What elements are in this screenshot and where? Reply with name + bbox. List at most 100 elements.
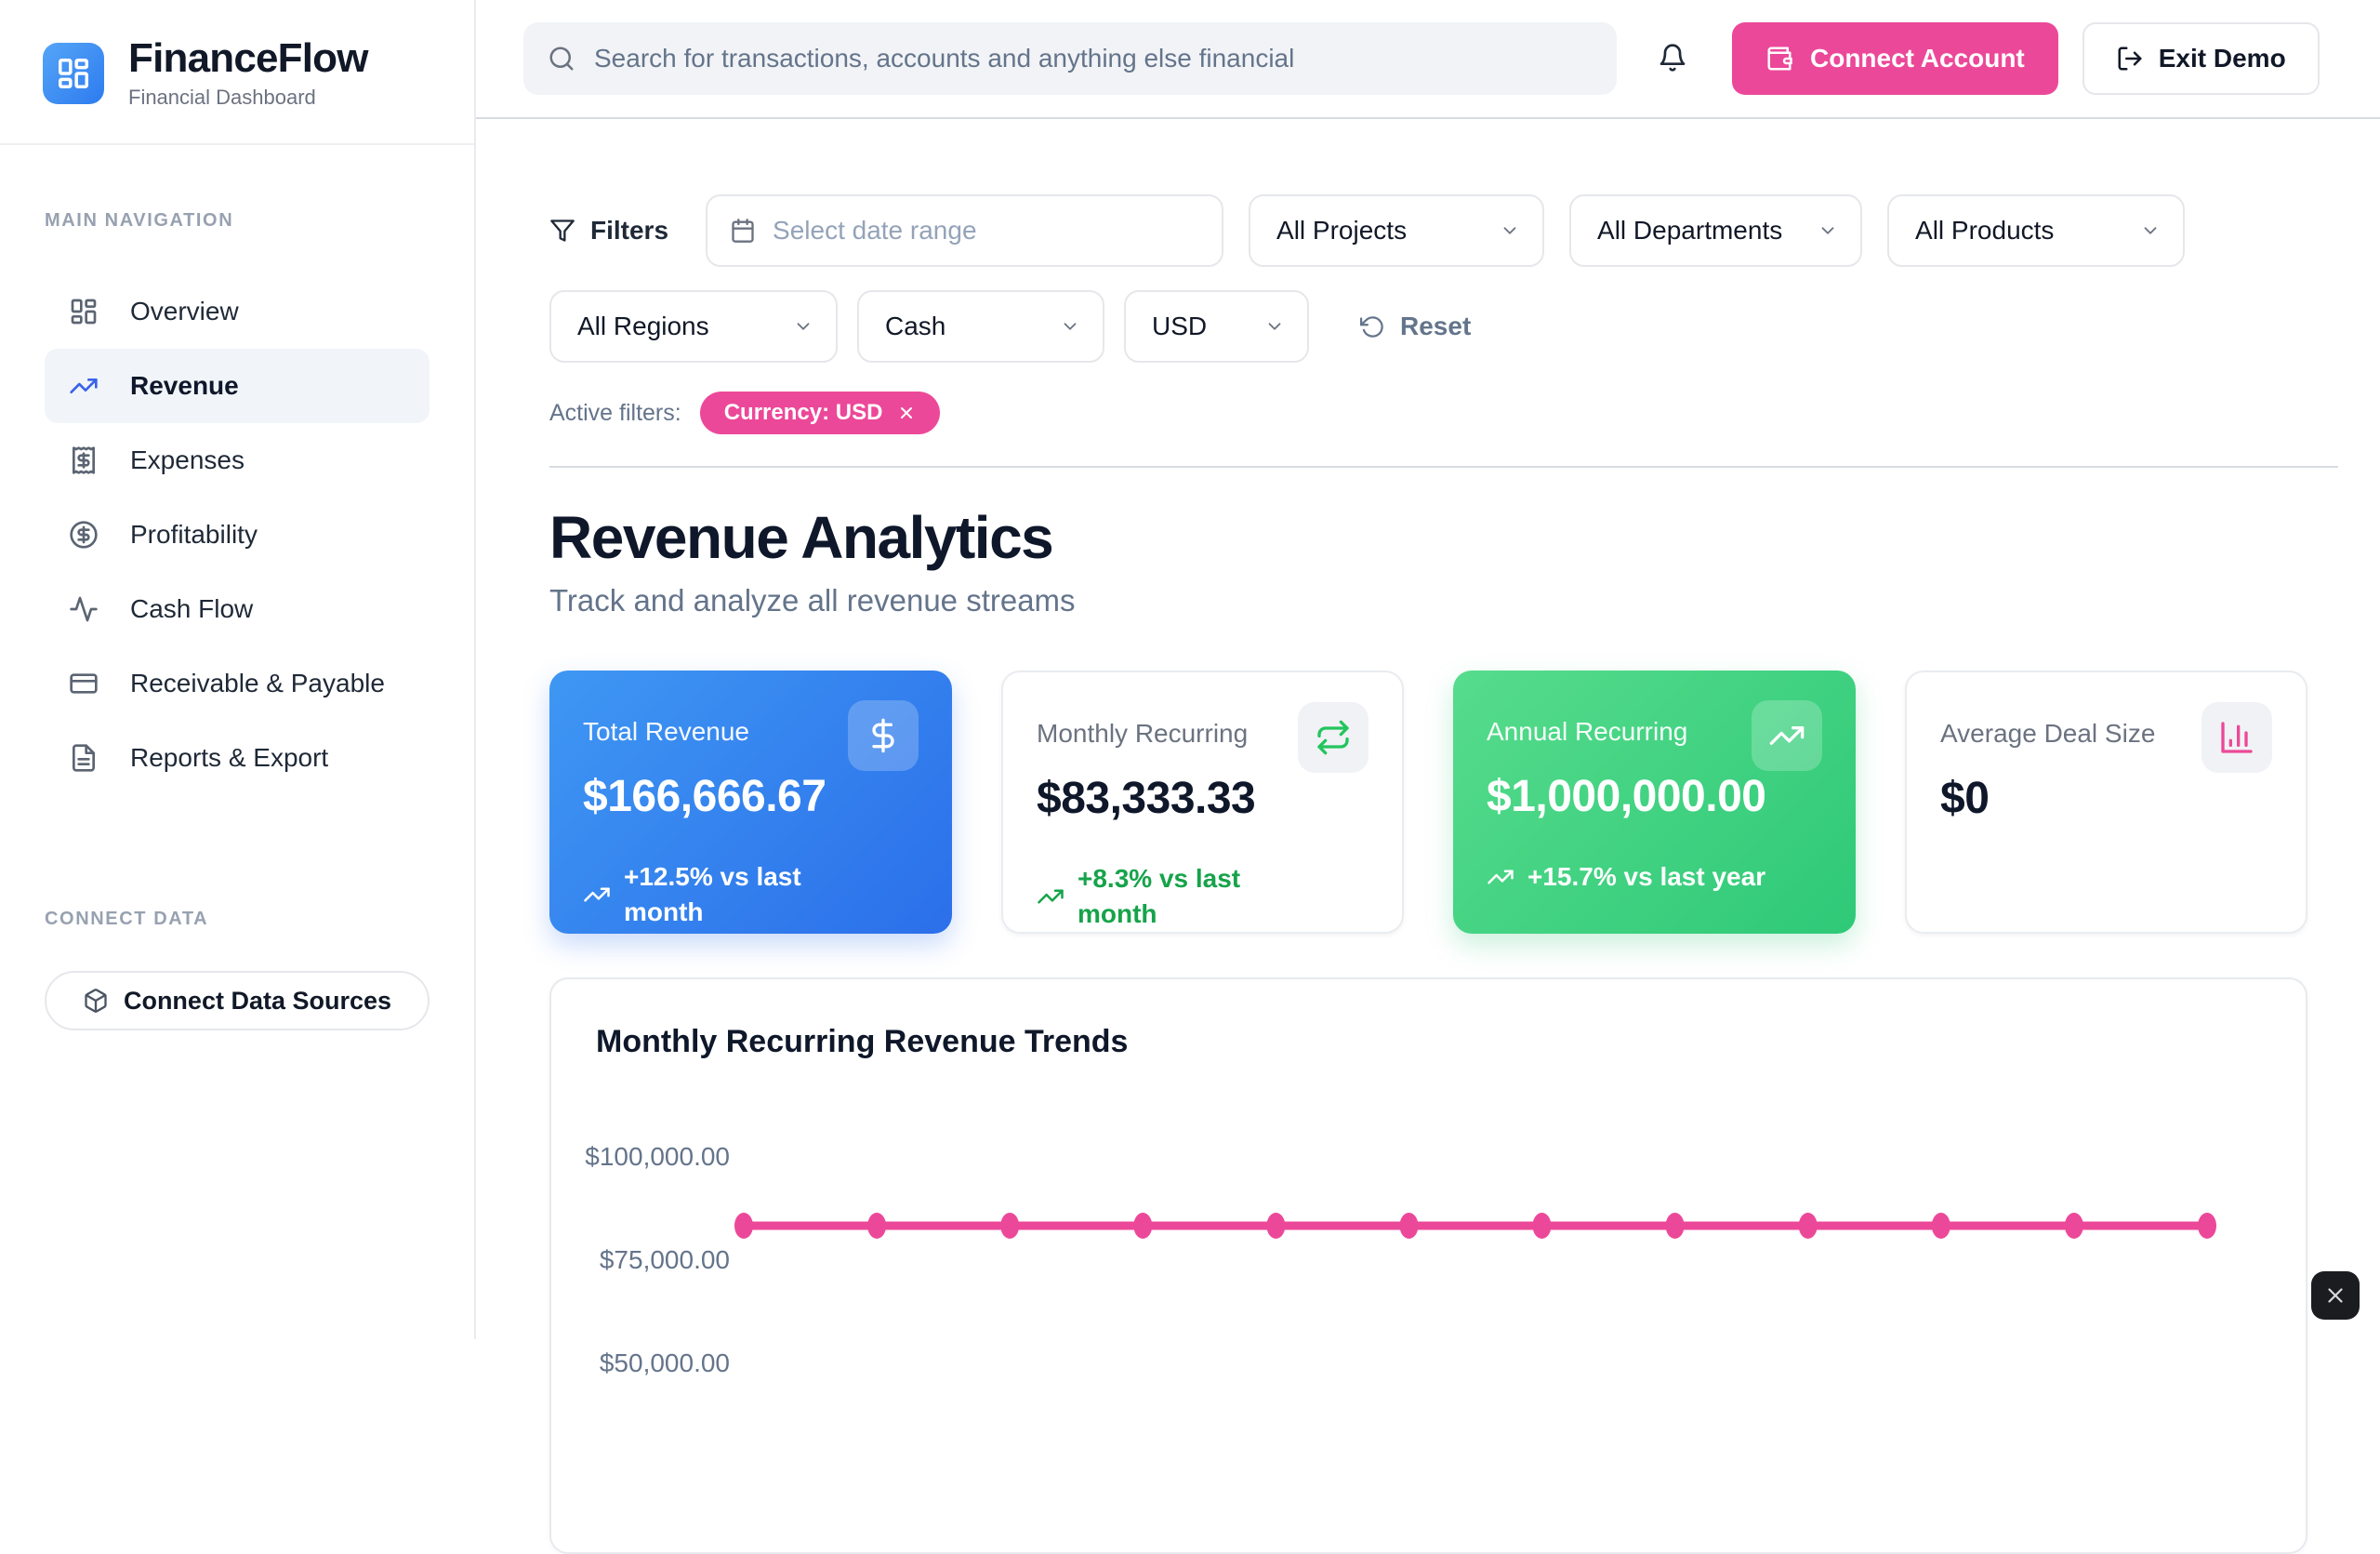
rotate-ccw-icon — [1360, 314, 1385, 339]
stat-value: $0 — [1940, 773, 2272, 824]
data-point[interactable] — [1133, 1213, 1152, 1239]
currency-select[interactable]: USD — [1124, 290, 1309, 363]
dollar-sign-icon — [865, 717, 902, 754]
layout-dashboard-icon — [56, 56, 91, 91]
data-point[interactable] — [867, 1213, 886, 1239]
chevron-down-icon — [1264, 316, 1285, 337]
sidebar-item-label: Profitability — [130, 520, 258, 550]
repeat-icon — [1315, 719, 1352, 756]
sidebar-item-cash-flow[interactable]: Cash Flow — [45, 572, 430, 646]
trending-up-icon — [1037, 883, 1064, 910]
stat-change: +8.3% vs last month — [1037, 861, 1368, 932]
log-out-icon — [2116, 45, 2144, 73]
exit-demo-button[interactable]: Exit Demo — [2082, 22, 2320, 95]
connect-account-button[interactable]: Connect Account — [1732, 22, 2058, 95]
sidebar: FinanceFlow Financial Dashboard MAIN NAV… — [0, 0, 476, 1339]
sidebar-item-label: Receivable & Payable — [130, 669, 385, 698]
notifications-button[interactable] — [1652, 37, 1693, 81]
stat-change: +15.7% vs last year — [1487, 859, 1822, 895]
reset-filters-button[interactable]: Reset — [1355, 311, 1476, 342]
departments-select[interactable]: All Departments — [1569, 194, 1862, 267]
layout-dashboard-icon — [69, 297, 99, 326]
search-input[interactable] — [592, 43, 1593, 74]
filters-bar: Filters Select date range All Projects A… — [549, 119, 2338, 468]
page-subtitle: Track and analyze all revenue streams — [549, 583, 2307, 618]
chevron-down-icon — [1500, 220, 1520, 241]
global-search[interactable] — [523, 22, 1617, 95]
sidebar-item-receivable-payable[interactable]: Receivable & Payable — [45, 646, 430, 721]
sidebar-item-label: Cash Flow — [130, 594, 253, 624]
sidebar-item-overview[interactable]: Overview — [45, 274, 430, 349]
chart-title: Monthly Recurring Revenue Trends — [596, 1024, 2261, 1060]
sidebar-item-profitability[interactable]: Profitability — [45, 498, 430, 572]
receipt-icon — [69, 445, 99, 475]
sidebar-item-revenue[interactable]: Revenue — [45, 349, 430, 423]
app-logo-block: FinanceFlow Financial Dashboard — [0, 0, 474, 145]
date-range-placeholder: Select date range — [773, 216, 977, 246]
y-axis-tick-label: $75,000.00 — [600, 1245, 730, 1274]
data-point[interactable] — [1799, 1213, 1818, 1239]
stat-value: $83,333.33 — [1037, 773, 1368, 824]
y-axis-tick-label: $50,000.00 — [600, 1348, 730, 1377]
stat-title: Monthly Recurring — [1037, 719, 1248, 749]
connect-data-sources-button[interactable]: Connect Data Sources — [45, 971, 430, 1030]
app-logo — [43, 43, 104, 104]
stat-value: $166,666.67 — [583, 771, 919, 822]
chevron-down-icon — [793, 316, 813, 337]
sidebar-item-label: Overview — [130, 297, 239, 326]
trending-up-icon — [69, 371, 99, 401]
data-point[interactable] — [2198, 1213, 2216, 1239]
close-icon[interactable] — [897, 404, 916, 422]
sidebar-item-expenses[interactable]: Expenses — [45, 423, 430, 498]
data-point[interactable] — [1533, 1213, 1552, 1239]
sidebar-item-label: Reports & Export — [130, 743, 328, 773]
funnel-icon — [549, 218, 575, 244]
file-text-icon — [69, 743, 99, 773]
exit-demo-label: Exit Demo — [2159, 44, 2286, 73]
stat-cards: Total Revenue $166,666.67 +12.5% vs last… — [549, 671, 2307, 934]
data-point[interactable] — [1000, 1213, 1019, 1239]
stat-title: Average Deal Size — [1940, 719, 2155, 749]
projects-select[interactable]: All Projects — [1249, 194, 1544, 267]
stat-value: $1,000,000.00 — [1487, 771, 1822, 822]
data-point[interactable] — [1266, 1213, 1285, 1239]
stat-card-average-deal-size: Average Deal Size $0 — [1905, 671, 2307, 934]
chevron-down-icon — [2140, 220, 2161, 241]
stat-card-annual-recurring: Annual Recurring $1,000,000.00 +15.7% vs… — [1453, 671, 1856, 934]
app-subtitle: Financial Dashboard — [128, 86, 368, 110]
date-range-input[interactable]: Select date range — [706, 194, 1223, 267]
close-icon — [2323, 1283, 2347, 1308]
nav-section-label: MAIN NAVIGATION — [45, 210, 430, 232]
trending-up-icon — [1487, 863, 1514, 891]
page-title: Revenue Analytics — [549, 503, 2307, 572]
data-point[interactable] — [2065, 1213, 2083, 1239]
stat-card-monthly-recurring: Monthly Recurring $83,333.33 +8.3% vs la… — [1001, 671, 1404, 934]
products-select[interactable]: All Products — [1887, 194, 2185, 267]
bell-icon — [1658, 43, 1687, 73]
activity-icon — [69, 594, 99, 624]
mrr-line-chart: $100,000.00$75,000.00$50,000.00 — [596, 1092, 2261, 1408]
chevron-down-icon — [1818, 220, 1838, 241]
data-point[interactable] — [1400, 1213, 1419, 1239]
stat-change: +12.5% vs last month — [583, 859, 919, 930]
app-name: FinanceFlow — [128, 37, 368, 80]
close-overlay-button[interactable] — [2311, 1271, 2360, 1320]
connect-account-label: Connect Account — [1810, 44, 2025, 73]
data-point[interactable] — [734, 1213, 753, 1239]
main-navigation: MAIN NAVIGATION Overview Revenue Expense… — [0, 145, 474, 1030]
data-point[interactable] — [1932, 1213, 1950, 1239]
sidebar-item-reports-export[interactable]: Reports & Export — [45, 721, 430, 795]
mrr-trends-chart-card: Monthly Recurring Revenue Trends $100,00… — [549, 977, 2307, 1554]
active-filter-chip-currency[interactable]: Currency: USD — [700, 392, 941, 434]
search-icon — [548, 45, 575, 73]
sidebar-item-label: Expenses — [130, 445, 245, 475]
stat-title: Total Revenue — [583, 717, 749, 747]
basis-select[interactable]: Cash — [857, 290, 1104, 363]
trending-up-icon — [583, 881, 611, 909]
active-filters-label: Active filters: — [549, 400, 681, 427]
data-point[interactable] — [1666, 1213, 1685, 1239]
top-header: Connect Account Exit Demo — [476, 0, 2380, 119]
bar-chart-icon — [2218, 719, 2255, 756]
regions-select[interactable]: All Regions — [549, 290, 838, 363]
filters-title: Filters — [549, 216, 668, 246]
